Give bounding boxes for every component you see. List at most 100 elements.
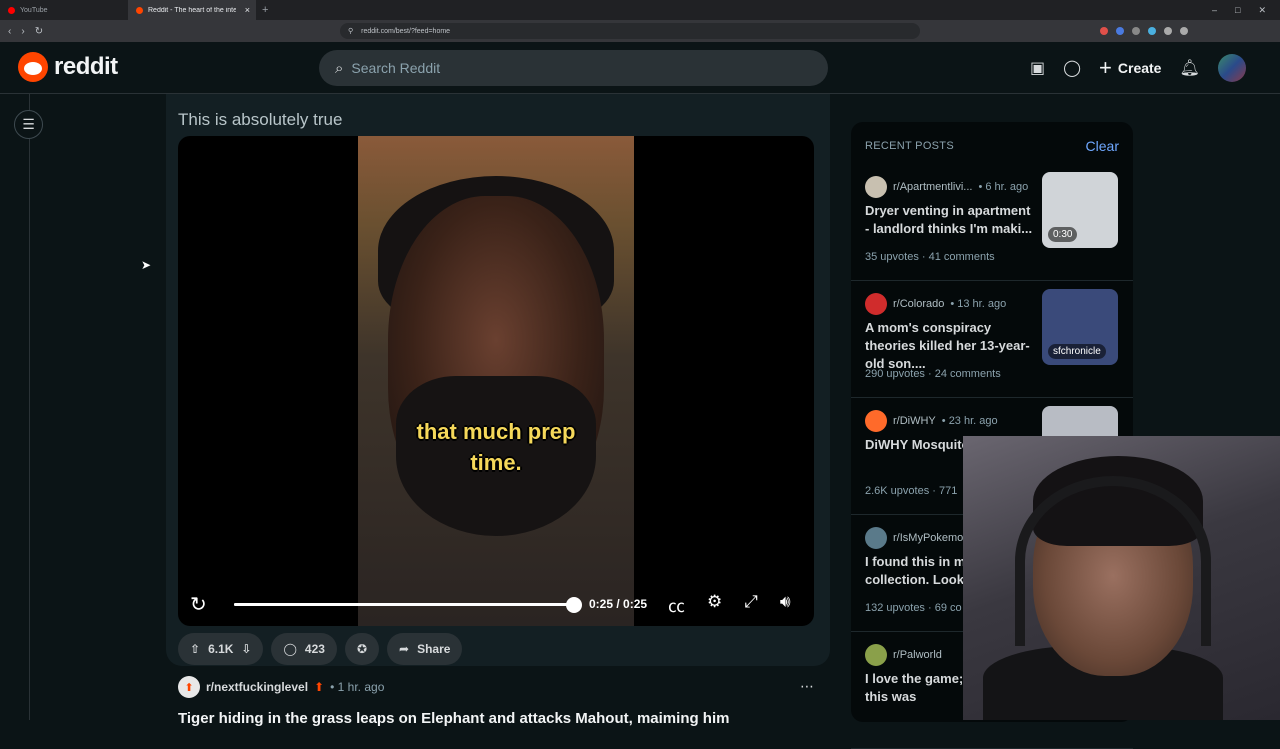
- post-age: • 1 hr. ago: [330, 680, 385, 694]
- extensions-area: [1100, 27, 1188, 35]
- browser-toolbar: ‹ › ↻ ⚲ reddit.com/best/?feed=home: [0, 20, 1280, 42]
- subreddit-icon[interactable]: [865, 527, 887, 549]
- recent-post-title[interactable]: A mom's conspiracy theories killed her 1…: [865, 319, 1037, 373]
- vote-count: 6.1K: [208, 642, 234, 656]
- volume-icon[interactable]: 🔊︎: [780, 592, 791, 617]
- clear-button[interactable]: Clear: [1086, 138, 1119, 154]
- tab-title: Reddit - The heart of the internet: [148, 6, 236, 14]
- recent-post-sub[interactable]: r/Colorado: [893, 298, 944, 310]
- search-icon: ⌕: [335, 59, 344, 77]
- recent-post-item[interactable]: r/Apartmentlivi... • 6 hr. ago Dryer venti…: [851, 164, 1133, 281]
- post-title[interactable]: This is absolutely true: [178, 110, 342, 130]
- reload-icon[interactable]: ↻: [35, 26, 43, 37]
- recent-post-sub[interactable]: r/IsMyPokemo: [893, 532, 963, 544]
- reddit-favicon-icon: [136, 6, 143, 14]
- video-controls: ↻ 0:25 / 0:25 ㏄ ⚙ ⤢ 🔊︎: [178, 588, 814, 620]
- minimize-icon[interactable]: –: [1212, 5, 1217, 15]
- close-tab-icon[interactable]: ×: [245, 5, 250, 15]
- award-button[interactable]: ✪: [344, 633, 380, 665]
- subreddit-icon[interactable]: [865, 410, 887, 432]
- tab-reddit[interactable]: Reddit - The heart of the internet ×: [128, 0, 256, 20]
- recent-post-age: • 13 hr. ago: [950, 298, 1007, 310]
- share-label: Share: [417, 642, 451, 656]
- next-post-title[interactable]: Tiger hiding in the grass leaps on Eleph…: [178, 710, 729, 727]
- recent-post-stats: 290 upvotes · 24 comments: [865, 368, 1001, 380]
- scrubber-fill: [234, 603, 574, 606]
- new-tab-icon[interactable]: +: [262, 4, 268, 16]
- subreddit-icon[interactable]: [865, 644, 887, 666]
- post-card[interactable]: This is absolutely true that much prep t…: [166, 94, 830, 666]
- recent-post-header: r/DiWHY • 23 hr. ago: [865, 410, 998, 432]
- scrubber-handle[interactable]: [566, 597, 582, 613]
- settings-gear-icon[interactable]: ⚙: [707, 592, 722, 617]
- award-icon: ✪: [356, 642, 368, 656]
- mouse-cursor-icon: ➤: [141, 258, 152, 272]
- video-control-icons: ㏄ ⚙ ⤢ 🔊︎: [668, 592, 791, 617]
- upvote-icon[interactable]: ⇧: [190, 642, 200, 656]
- tab-youtube[interactable]: YouTube: [0, 0, 128, 20]
- replay-icon[interactable]: ↻: [190, 592, 207, 617]
- subreddit-name[interactable]: r/nextfuckinglevel: [206, 680, 308, 694]
- subreddit-icon[interactable]: ⬆: [178, 676, 200, 698]
- forward-icon[interactable]: ›: [21, 26, 24, 37]
- extension-icon[interactable]: [1148, 27, 1156, 35]
- more-options-icon[interactable]: ⋯: [800, 678, 814, 695]
- comment-count: 423: [304, 642, 325, 656]
- downvote-icon[interactable]: ⇩: [241, 642, 251, 656]
- video-caption: that much prep time.: [358, 416, 634, 478]
- reddit-logo[interactable]: reddit: [18, 52, 118, 82]
- extension-icon[interactable]: [1132, 27, 1140, 35]
- recent-post-header: r/IsMyPokemo: [865, 527, 963, 549]
- recent-post-sub[interactable]: r/DiWHY: [893, 415, 936, 427]
- back-icon[interactable]: ‹: [8, 26, 11, 37]
- search-bar[interactable]: ⌕: [319, 50, 828, 86]
- video-time: 0:25 / 0:25: [589, 597, 648, 611]
- recent-post-age: • 23 hr. ago: [941, 415, 998, 427]
- notifications-icon[interactable]: 🔔︎: [1179, 58, 1199, 78]
- recent-post-header: r/Colorado • 13 hr. ago: [865, 293, 1006, 315]
- url-text: reddit.com/best/?feed=home: [361, 27, 451, 35]
- create-label: Create: [1117, 60, 1162, 76]
- recent-post-item[interactable]: r/Colorado • 13 hr. ago A mom's conspiracy…: [851, 281, 1133, 398]
- recent-post-title[interactable]: Dryer venting in apartment - landlord th…: [865, 202, 1037, 238]
- next-post[interactable]: ⬆ r/nextfuckinglevel ⬆ • 1 hr. ago ⋯ Tig…: [178, 676, 818, 727]
- subreddit-icon[interactable]: [865, 176, 887, 198]
- menu-toggle-button[interactable]: ☰: [14, 110, 43, 139]
- thumbnail-label: 0:30: [1048, 227, 1078, 242]
- recent-posts-heading: RECENT POSTS: [865, 140, 954, 152]
- chat-icon[interactable]: ◯: [1063, 58, 1081, 78]
- extension-icon[interactable]: [1180, 27, 1188, 35]
- user-avatar[interactable]: [1217, 54, 1246, 82]
- tab-title: YouTube: [20, 6, 48, 14]
- search-input[interactable]: [351, 60, 792, 76]
- extension-icon[interactable]: [1116, 27, 1124, 35]
- thumbnail-label: sfchronicle: [1048, 344, 1106, 359]
- recent-post-thumbnail[interactable]: sfchronicle: [1042, 289, 1118, 365]
- comments-button[interactable]: ◯ 423: [271, 633, 337, 665]
- post-age-text: 1 hr. ago: [337, 680, 385, 694]
- maximize-icon[interactable]: □: [1235, 5, 1240, 15]
- site-info-icon[interactable]: ⚲: [348, 27, 353, 35]
- recent-post-sub[interactable]: r/Apartmentlivi...: [893, 181, 972, 193]
- headset-icon: [1015, 476, 1211, 646]
- address-bar[interactable]: ⚲ reddit.com/best/?feed=home: [340, 23, 920, 39]
- trending-icon: ⬆: [314, 680, 325, 694]
- captions-icon[interactable]: ㏄: [668, 592, 685, 617]
- extension-icon[interactable]: [1100, 27, 1108, 35]
- webcam-overlay: [963, 436, 1280, 720]
- recent-post-sub[interactable]: r/Palworld: [893, 649, 942, 661]
- header-actions: ▣ ◯ + Create 🔔︎: [1030, 54, 1246, 82]
- recent-post-age: • 6 hr. ago: [978, 181, 1029, 193]
- subreddit-icon[interactable]: [865, 293, 887, 315]
- video-player[interactable]: that much prep time. ↻ 0:25 / 0:25 ㏄ ⚙ ⤢…: [178, 136, 814, 626]
- create-button[interactable]: + Create: [1099, 55, 1161, 81]
- video-scrubber[interactable]: [234, 603, 574, 606]
- fullscreen-icon[interactable]: ⤢: [744, 592, 758, 617]
- share-button[interactable]: ➦ Share: [387, 633, 463, 665]
- recent-post-thumbnail[interactable]: 0:30: [1042, 172, 1118, 248]
- advertise-icon[interactable]: ▣: [1030, 58, 1045, 78]
- extension-icon[interactable]: [1164, 27, 1172, 35]
- recent-post-stats: 35 upvotes · 41 comments: [865, 251, 995, 263]
- close-window-icon[interactable]: ✕: [1258, 5, 1266, 16]
- comment-icon: ◯: [283, 642, 297, 656]
